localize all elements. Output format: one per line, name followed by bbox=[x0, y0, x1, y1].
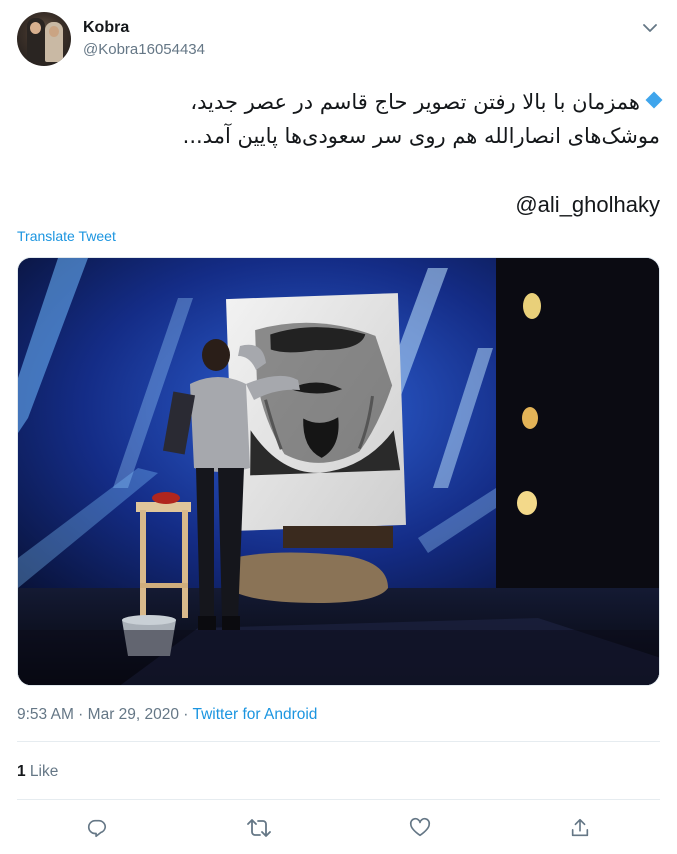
translate-tweet-link[interactable]: Translate Tweet bbox=[17, 228, 116, 244]
tweet-time[interactable]: 9:53 AM bbox=[17, 706, 74, 723]
tweet-photo[interactable] bbox=[17, 257, 660, 686]
mention-link[interactable]: @ali_gholhaky bbox=[515, 192, 660, 218]
tweet-source-link[interactable]: Twitter for Android bbox=[193, 706, 318, 723]
user-handle[interactable]: @Kobra16054434 bbox=[83, 41, 205, 58]
tweet-date[interactable]: Mar 29, 2020 bbox=[88, 706, 179, 723]
retweet-icon[interactable] bbox=[246, 815, 272, 841]
divider bbox=[17, 799, 660, 800]
tweet-text-line-1-content: همزمان با بالا رفتن تصویر حاج قاسم در عص… bbox=[190, 90, 640, 114]
tweet-text-line-2: موشک‌های انصارالله هم روی سر سعودی‌ها پا… bbox=[182, 124, 660, 148]
blue-diamond-icon bbox=[645, 91, 663, 109]
tweet-actions-bar bbox=[17, 815, 660, 843]
reply-icon[interactable] bbox=[84, 815, 110, 841]
share-icon[interactable] bbox=[567, 815, 593, 841]
likes-count[interactable]: 1 Like bbox=[17, 763, 58, 781]
tweet-meta: 9:53 AM · Mar 29, 2020 · Twitter for And… bbox=[17, 706, 317, 724]
divider bbox=[17, 741, 660, 742]
tweet-text: همزمان با بالا رفتن تصویر حاج قاسم در عص… bbox=[17, 85, 663, 153]
chevron-down-icon[interactable] bbox=[640, 18, 660, 38]
tweet-text-line-1: همزمان با بالا رفتن تصویر حاج قاسم در عص… bbox=[17, 85, 663, 119]
heart-icon[interactable] bbox=[407, 815, 433, 841]
meta-separator: · bbox=[179, 706, 193, 723]
like-count-number: 1 bbox=[17, 763, 26, 780]
tweet-header: Kobra @Kobra16054434 bbox=[17, 12, 660, 68]
photo-illustration bbox=[18, 258, 659, 685]
avatar[interactable] bbox=[17, 12, 71, 66]
user-name[interactable]: Kobra bbox=[83, 19, 129, 37]
like-count-label: Like bbox=[25, 763, 59, 780]
meta-separator: · bbox=[73, 706, 88, 723]
